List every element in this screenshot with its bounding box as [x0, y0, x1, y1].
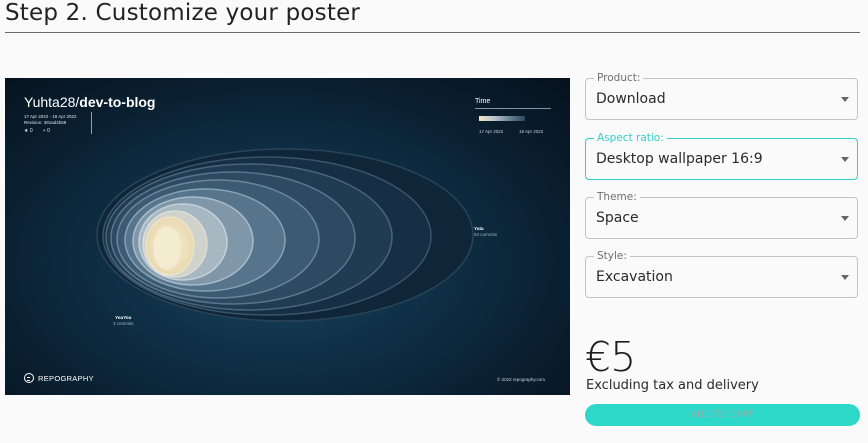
- poster-contributor: Yuta 63 commits: [474, 226, 497, 238]
- poster-contributor-commits: 63 commits: [474, 232, 498, 237]
- poster-stars: ★ 0: [24, 128, 33, 134]
- product-value: Download: [596, 91, 666, 107]
- poster-forks-count: 0: [47, 128, 50, 134]
- aspect-ratio-select[interactable]: Aspect ratio: Desktop wallpaper 16:9: [585, 132, 858, 180]
- title-divider: [5, 32, 860, 33]
- poster-copyright: © 2022 repography.com: [497, 377, 546, 382]
- poster-time-divider: [475, 108, 551, 109]
- product-select[interactable]: Product: Download: [585, 72, 858, 120]
- repography-logo-icon: [24, 373, 34, 383]
- poster-meta-divider: [91, 112, 92, 134]
- poster-brand: REPOGRAPHY: [24, 373, 94, 383]
- star-icon: ★: [24, 128, 29, 134]
- poster-time-legend-bar: [479, 116, 525, 121]
- price-note: Excluding tax and delivery: [586, 378, 759, 393]
- poster-revision: Revision: 391ad2b69: [24, 120, 67, 125]
- price-amount: €5: [585, 333, 636, 381]
- poster-stats: ★ 0 ⑂ 0: [24, 128, 50, 134]
- poster-time-start: 17 Apr 2022: [479, 129, 504, 134]
- poster-repo-name: dev-to-blog: [79, 94, 156, 110]
- poster-stars-count: 0: [29, 128, 33, 134]
- poster-meta: 17 Apr 2022 - 18 Apr 2022 Revision: 391a…: [24, 114, 77, 126]
- theme-value: Space: [596, 210, 639, 226]
- theme-label: Theme:: [594, 191, 640, 203]
- chevron-down-icon: [841, 97, 849, 102]
- style-select[interactable]: Style: Excavation: [585, 250, 858, 298]
- page-title: Step 2. Customize your poster: [5, 0, 361, 26]
- style-value: Excavation: [596, 269, 673, 285]
- product-label: Product:: [594, 72, 644, 84]
- poster-contributor: YouYou 3 commits: [113, 315, 134, 327]
- poster-contributor-commits: 3 commits: [113, 321, 134, 326]
- poster-time-end: 18 Apr 2022: [519, 129, 544, 134]
- fork-icon: ⑂: [42, 128, 46, 134]
- poster-time-label: Time: [475, 98, 491, 105]
- poster-repo-title: Yuhta28/dev-to-blog: [24, 94, 156, 110]
- add-to-cart-button[interactable]: ADD TO CART: [585, 404, 860, 426]
- style-label: Style:: [594, 250, 630, 262]
- poster-repo-owner: Yuhta28/: [24, 94, 80, 110]
- chevron-down-icon: [841, 216, 849, 221]
- poster-forks: ⑂ 0: [43, 128, 50, 134]
- poster-preview: Yuhta28/dev-to-blog 17 Apr 2022 - 18 Apr…: [5, 78, 570, 395]
- chevron-down-icon: [841, 275, 849, 280]
- aspect-ratio-label: Aspect ratio:: [594, 132, 667, 144]
- poster-brand-name: REPOGRAPHY: [38, 373, 94, 383]
- chevron-down-icon: [841, 157, 849, 162]
- theme-select[interactable]: Theme: Space: [585, 191, 858, 239]
- aspect-ratio-value: Desktop wallpaper 16:9: [596, 151, 763, 167]
